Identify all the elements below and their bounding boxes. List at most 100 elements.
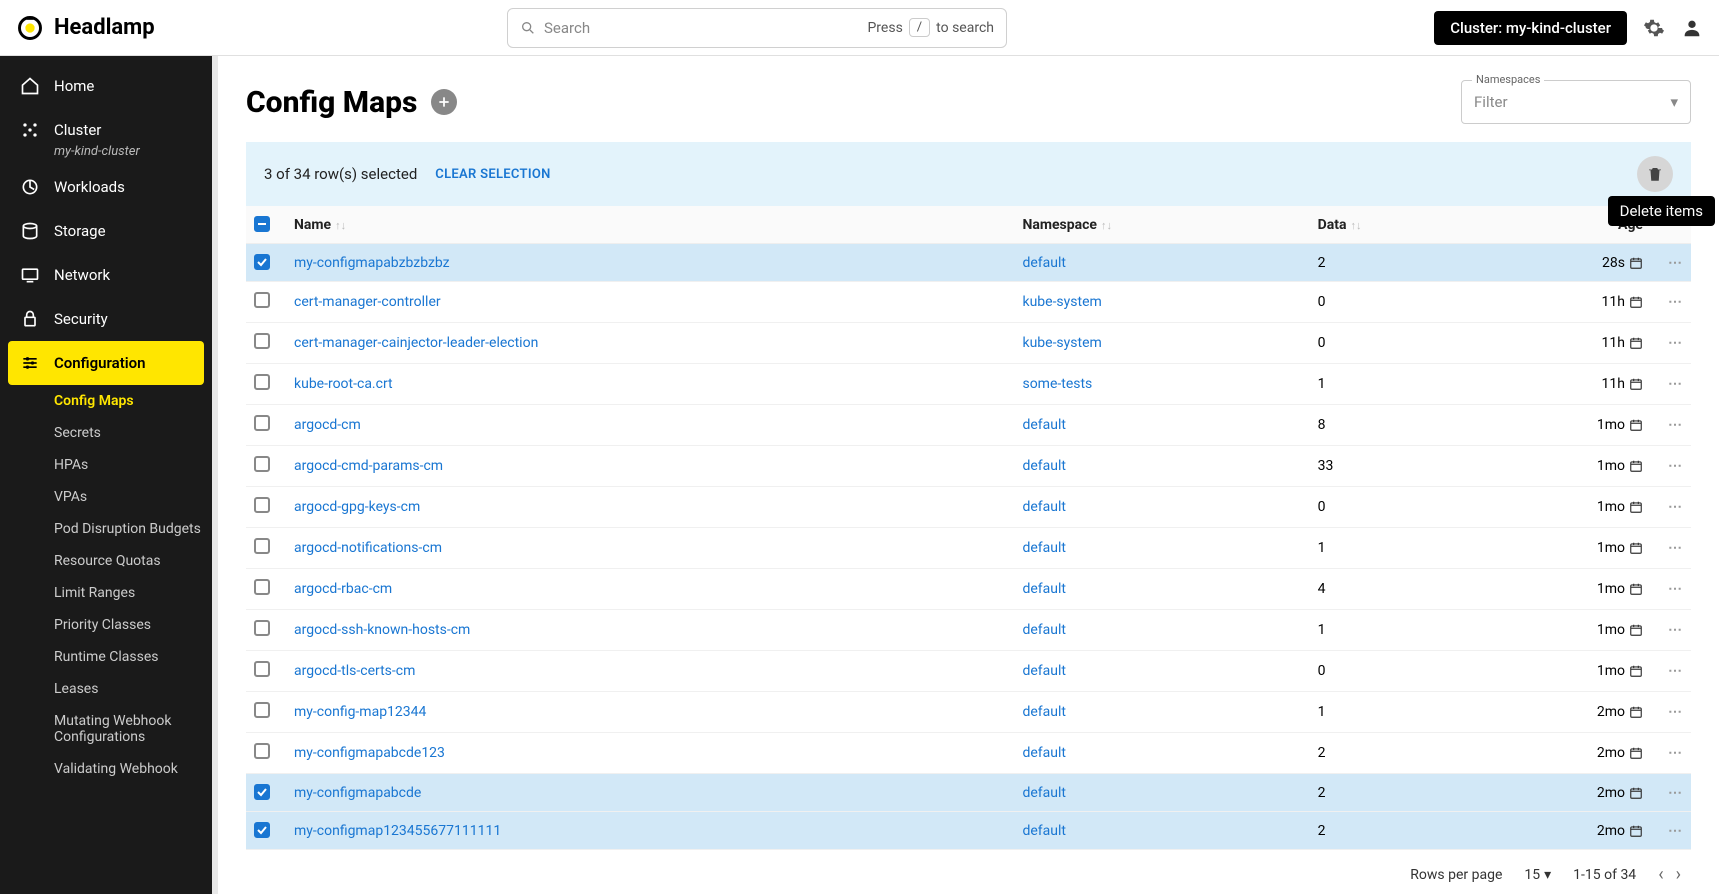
row-checkbox[interactable] <box>254 784 270 800</box>
configmap-name-link[interactable]: argocd-cm <box>294 417 361 433</box>
row-actions-button[interactable]: ⋯ <box>1668 785 1683 801</box>
clear-selection-button[interactable]: CLEAR SELECTION <box>435 167 550 182</box>
row-checkbox[interactable] <box>254 620 270 636</box>
user-icon <box>1681 17 1703 39</box>
settings-button[interactable] <box>1643 17 1665 39</box>
namespace-link[interactable]: default <box>1022 255 1066 271</box>
namespace-link[interactable]: default <box>1022 704 1066 720</box>
row-actions-button[interactable]: ⋯ <box>1668 335 1683 351</box>
row-checkbox[interactable] <box>254 333 270 349</box>
rows-per-page-select[interactable]: 15 ▾ <box>1524 867 1551 883</box>
sidebar-subitem-mutating-webhook-configurations[interactable]: Mutating Webhook Configurations <box>0 705 212 753</box>
row-actions-button[interactable]: ⋯ <box>1668 417 1683 433</box>
sidebar-item-configuration[interactable]: Configuration <box>8 341 204 385</box>
namespace-link[interactable]: default <box>1022 499 1066 515</box>
row-checkbox[interactable] <box>254 254 270 270</box>
namespace-link[interactable]: default <box>1022 458 1066 474</box>
row-actions-button[interactable]: ⋯ <box>1668 823 1683 839</box>
row-checkbox[interactable] <box>254 456 270 472</box>
sidebar-subitem-secrets[interactable]: Secrets <box>0 417 212 449</box>
configmap-name-link[interactable]: argocd-gpg-keys-cm <box>294 499 420 515</box>
age-value: 1mo <box>1597 540 1643 556</box>
sidebar-subitem-pod-disruption-budgets[interactable]: Pod Disruption Budgets <box>0 513 212 545</box>
configmap-name-link[interactable]: my-configmapabzbzbzbz <box>294 255 450 271</box>
row-checkbox[interactable] <box>254 743 270 759</box>
sidebar-subitem-runtime-classes[interactable]: Runtime Classes <box>0 641 212 673</box>
row-actions-button[interactable]: ⋯ <box>1668 294 1683 310</box>
sidebar-item-home[interactable]: Home <box>0 64 212 108</box>
age-value: 11h <box>1602 335 1643 351</box>
namespace-link[interactable]: default <box>1022 663 1066 679</box>
logo[interactable]: Headlamp <box>16 14 211 42</box>
configmap-name-link[interactable]: argocd-notifications-cm <box>294 540 442 556</box>
namespace-link[interactable]: default <box>1022 622 1066 638</box>
row-checkbox[interactable] <box>254 292 270 308</box>
namespace-link[interactable]: default <box>1022 785 1066 801</box>
configmap-name-link[interactable]: cert-manager-cainjector-leader-election <box>294 335 538 351</box>
workloads-icon <box>20 177 40 197</box>
sidebar-subitem-priority-classes[interactable]: Priority Classes <box>0 609 212 641</box>
namespace-link[interactable]: default <box>1022 581 1066 597</box>
delete-button[interactable] <box>1637 156 1673 192</box>
sidebar-item-storage[interactable]: Storage <box>0 209 212 253</box>
row-checkbox[interactable] <box>254 497 270 513</box>
row-checkbox[interactable] <box>254 374 270 390</box>
sidebar-subitem-limit-ranges[interactable]: Limit Ranges <box>0 577 212 609</box>
row-actions-button[interactable]: ⋯ <box>1668 663 1683 679</box>
sidebar-item-label: Home <box>54 77 94 95</box>
configmap-name-link[interactable]: my-config-map12344 <box>294 704 426 720</box>
row-actions-button[interactable]: ⋯ <box>1668 255 1683 271</box>
row-actions-button[interactable]: ⋯ <box>1668 581 1683 597</box>
search-input[interactable]: Search Press / to search <box>507 8 1007 48</box>
namespace-link[interactable]: kube-system <box>1022 335 1101 351</box>
row-checkbox[interactable] <box>254 538 270 554</box>
namespace-filter[interactable]: Namespaces Filter ▾ <box>1461 80 1691 124</box>
configmap-name-link[interactable]: argocd-cmd-params-cm <box>294 458 443 474</box>
namespace-link[interactable]: default <box>1022 417 1066 433</box>
namespace-link[interactable]: some-tests <box>1022 376 1092 392</box>
row-actions-button[interactable]: ⋯ <box>1668 704 1683 720</box>
table-row: argocd-ssh-known-hosts-cmdefault11mo ⋯ <box>246 610 1691 651</box>
row-checkbox[interactable] <box>254 822 270 838</box>
sidebar-subitem-leases[interactable]: Leases <box>0 673 212 705</box>
configmap-name-link[interactable]: cert-manager-controller <box>294 294 441 310</box>
row-checkbox[interactable] <box>254 702 270 718</box>
configmap-name-link[interactable]: my-configmapabcde <box>294 785 421 801</box>
add-button[interactable] <box>431 89 457 115</box>
namespace-link[interactable]: kube-system <box>1022 294 1101 310</box>
sidebar-item-network[interactable]: Network <box>0 253 212 297</box>
column-namespace[interactable]: Namespace↑↓ <box>1014 206 1309 244</box>
sidebar-subitem-resource-quotas[interactable]: Resource Quotas <box>0 545 212 577</box>
column-name[interactable]: Name↑↓ <box>286 206 1014 244</box>
row-actions-button[interactable]: ⋯ <box>1668 458 1683 474</box>
row-checkbox[interactable] <box>254 579 270 595</box>
sidebar-item-security[interactable]: Security <box>0 297 212 341</box>
row-checkbox[interactable] <box>254 415 270 431</box>
row-actions-button[interactable]: ⋯ <box>1668 499 1683 515</box>
configmap-name-link[interactable]: argocd-ssh-known-hosts-cm <box>294 622 470 638</box>
configmap-name-link[interactable]: my-configmap123455677111111 <box>294 823 501 839</box>
configmap-name-link[interactable]: argocd-rbac-cm <box>294 581 392 597</box>
configmap-name-link[interactable]: my-configmapabcde123 <box>294 745 445 761</box>
row-actions-button[interactable]: ⋯ <box>1668 622 1683 638</box>
account-button[interactable] <box>1681 17 1703 39</box>
namespace-link[interactable]: default <box>1022 823 1066 839</box>
select-all-checkbox[interactable] <box>254 216 270 232</box>
sidebar-subitem-vpas[interactable]: VPAs <box>0 481 212 513</box>
row-actions-button[interactable]: ⋯ <box>1668 745 1683 761</box>
configmap-name-link[interactable]: argocd-tls-certs-cm <box>294 663 415 679</box>
sidebar-subitem-validating-webhook[interactable]: Validating Webhook <box>0 753 212 785</box>
sidebar-subitem-config-maps[interactable]: Config Maps <box>0 385 212 417</box>
sidebar-subitem-hpas[interactable]: HPAs <box>0 449 212 481</box>
row-actions-button[interactable]: ⋯ <box>1668 376 1683 392</box>
configmap-name-link[interactable]: kube-root-ca.crt <box>294 376 393 392</box>
row-actions-button[interactable]: ⋯ <box>1668 540 1683 556</box>
prev-page-button[interactable]: ‹ <box>1658 864 1663 885</box>
namespace-link[interactable]: default <box>1022 745 1066 761</box>
sidebar-item-workloads[interactable]: Workloads <box>0 165 212 209</box>
column-data[interactable]: Data↑↓ <box>1310 206 1477 244</box>
next-page-button[interactable]: › <box>1676 864 1681 885</box>
namespace-link[interactable]: default <box>1022 540 1066 556</box>
cluster-chip[interactable]: Cluster: my-kind-cluster <box>1434 11 1627 45</box>
row-checkbox[interactable] <box>254 661 270 677</box>
